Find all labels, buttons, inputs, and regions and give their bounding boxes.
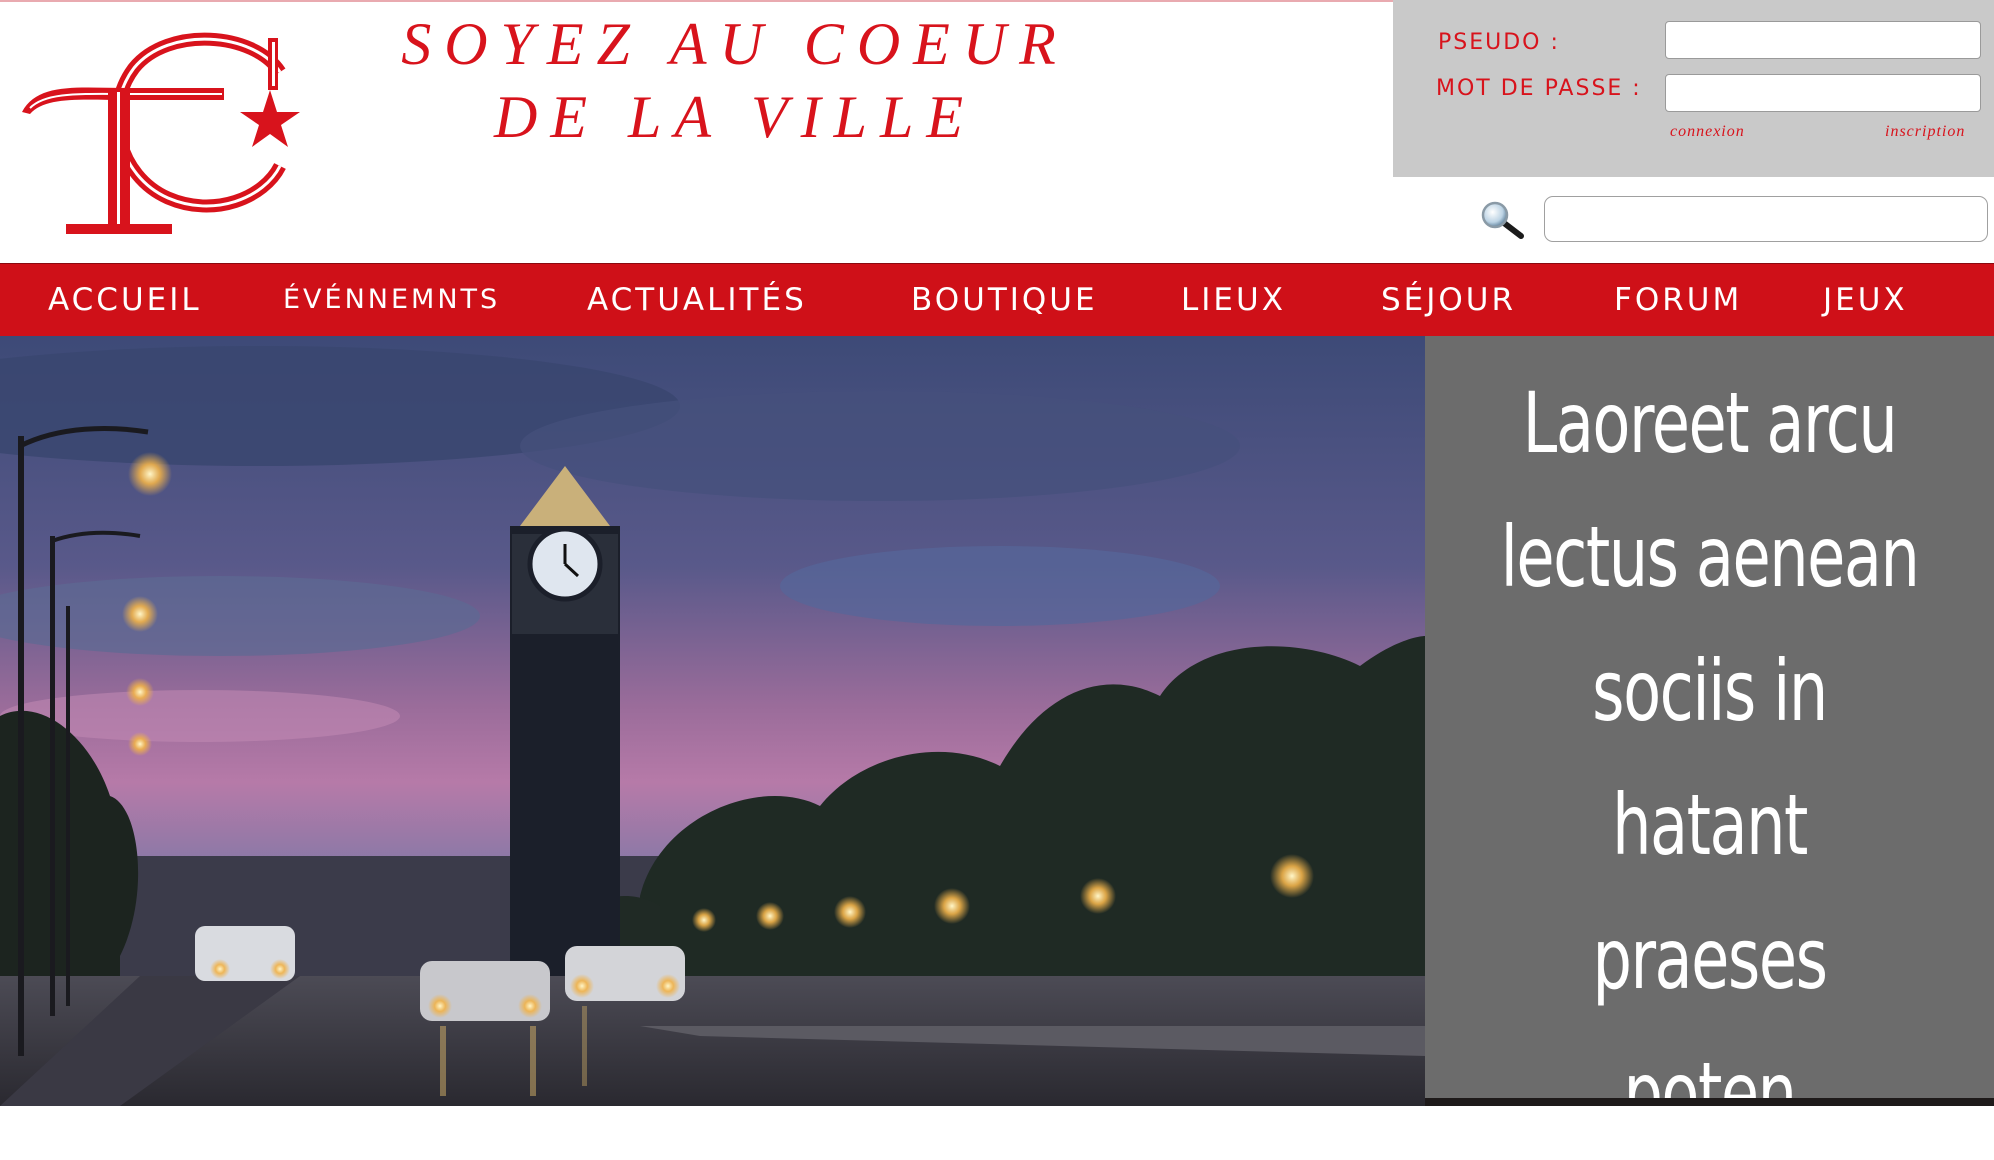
nav-item-lieux[interactable]: LIEUX [1181, 264, 1286, 336]
inscription-link[interactable]: inscription [1885, 123, 1965, 141]
site-header: SOYEZ AU COEUR DE LA VILLE PSEUDO : MOT … [0, 0, 1994, 263]
hero-line: praeses [1592, 910, 1827, 1008]
hero-section: Laoreet arcu lectus aenean sociis in hat… [0, 336, 1994, 1142]
hero-line: sociis in hatant [1592, 642, 1828, 874]
login-box: PSEUDO : MOT DE PASSE : connexion inscri… [1393, 0, 1994, 177]
nav-item-sejour[interactable]: SÉJOUR [1381, 264, 1516, 336]
header-top-line [0, 0, 1394, 2]
search-icon[interactable] [1477, 200, 1527, 240]
hero-bottom-strip [1425, 1098, 1994, 1106]
search-input[interactable] [1544, 196, 1988, 242]
nav-item-forum[interactable]: FORUM [1614, 264, 1742, 336]
main-nav: ACCUEIL ÉVÉNNEMNTS ACTUALITÉS BOUTIQUE L… [0, 263, 1994, 336]
hero-tagline: Laoreet arcu lectus aenean sociis in hat… [1499, 356, 1920, 1160]
hero-text-panel: Laoreet arcu lectus aenean sociis in hat… [1425, 336, 1994, 1142]
connexion-link[interactable]: connexion [1670, 123, 1745, 141]
hero-line: Laoreet arcu [1522, 374, 1898, 472]
hero-photo [0, 336, 1425, 1106]
site-slogan: SOYEZ AU COEUR DE LA VILLE [401, 11, 1069, 150]
password-label: MOT DE PASSE : [1436, 76, 1642, 101]
password-input[interactable] [1665, 74, 1981, 112]
hero-line: poten [1623, 1044, 1797, 1142]
hero-line: lectus aenean [1500, 508, 1920, 606]
nav-item-accueil[interactable]: ACCUEIL [48, 264, 202, 336]
nav-item-jeux[interactable]: JEUX [1823, 264, 1908, 336]
pseudo-input[interactable] [1665, 21, 1981, 59]
nav-item-evenements[interactable]: ÉVÉNNEMNTS [283, 264, 500, 336]
nav-item-boutique[interactable]: BOUTIQUE [911, 264, 1098, 336]
site-logo[interactable] [18, 26, 308, 240]
pseudo-label: PSEUDO : [1438, 30, 1560, 55]
nav-item-actualites[interactable]: ACTUALITÉS [587, 264, 807, 336]
